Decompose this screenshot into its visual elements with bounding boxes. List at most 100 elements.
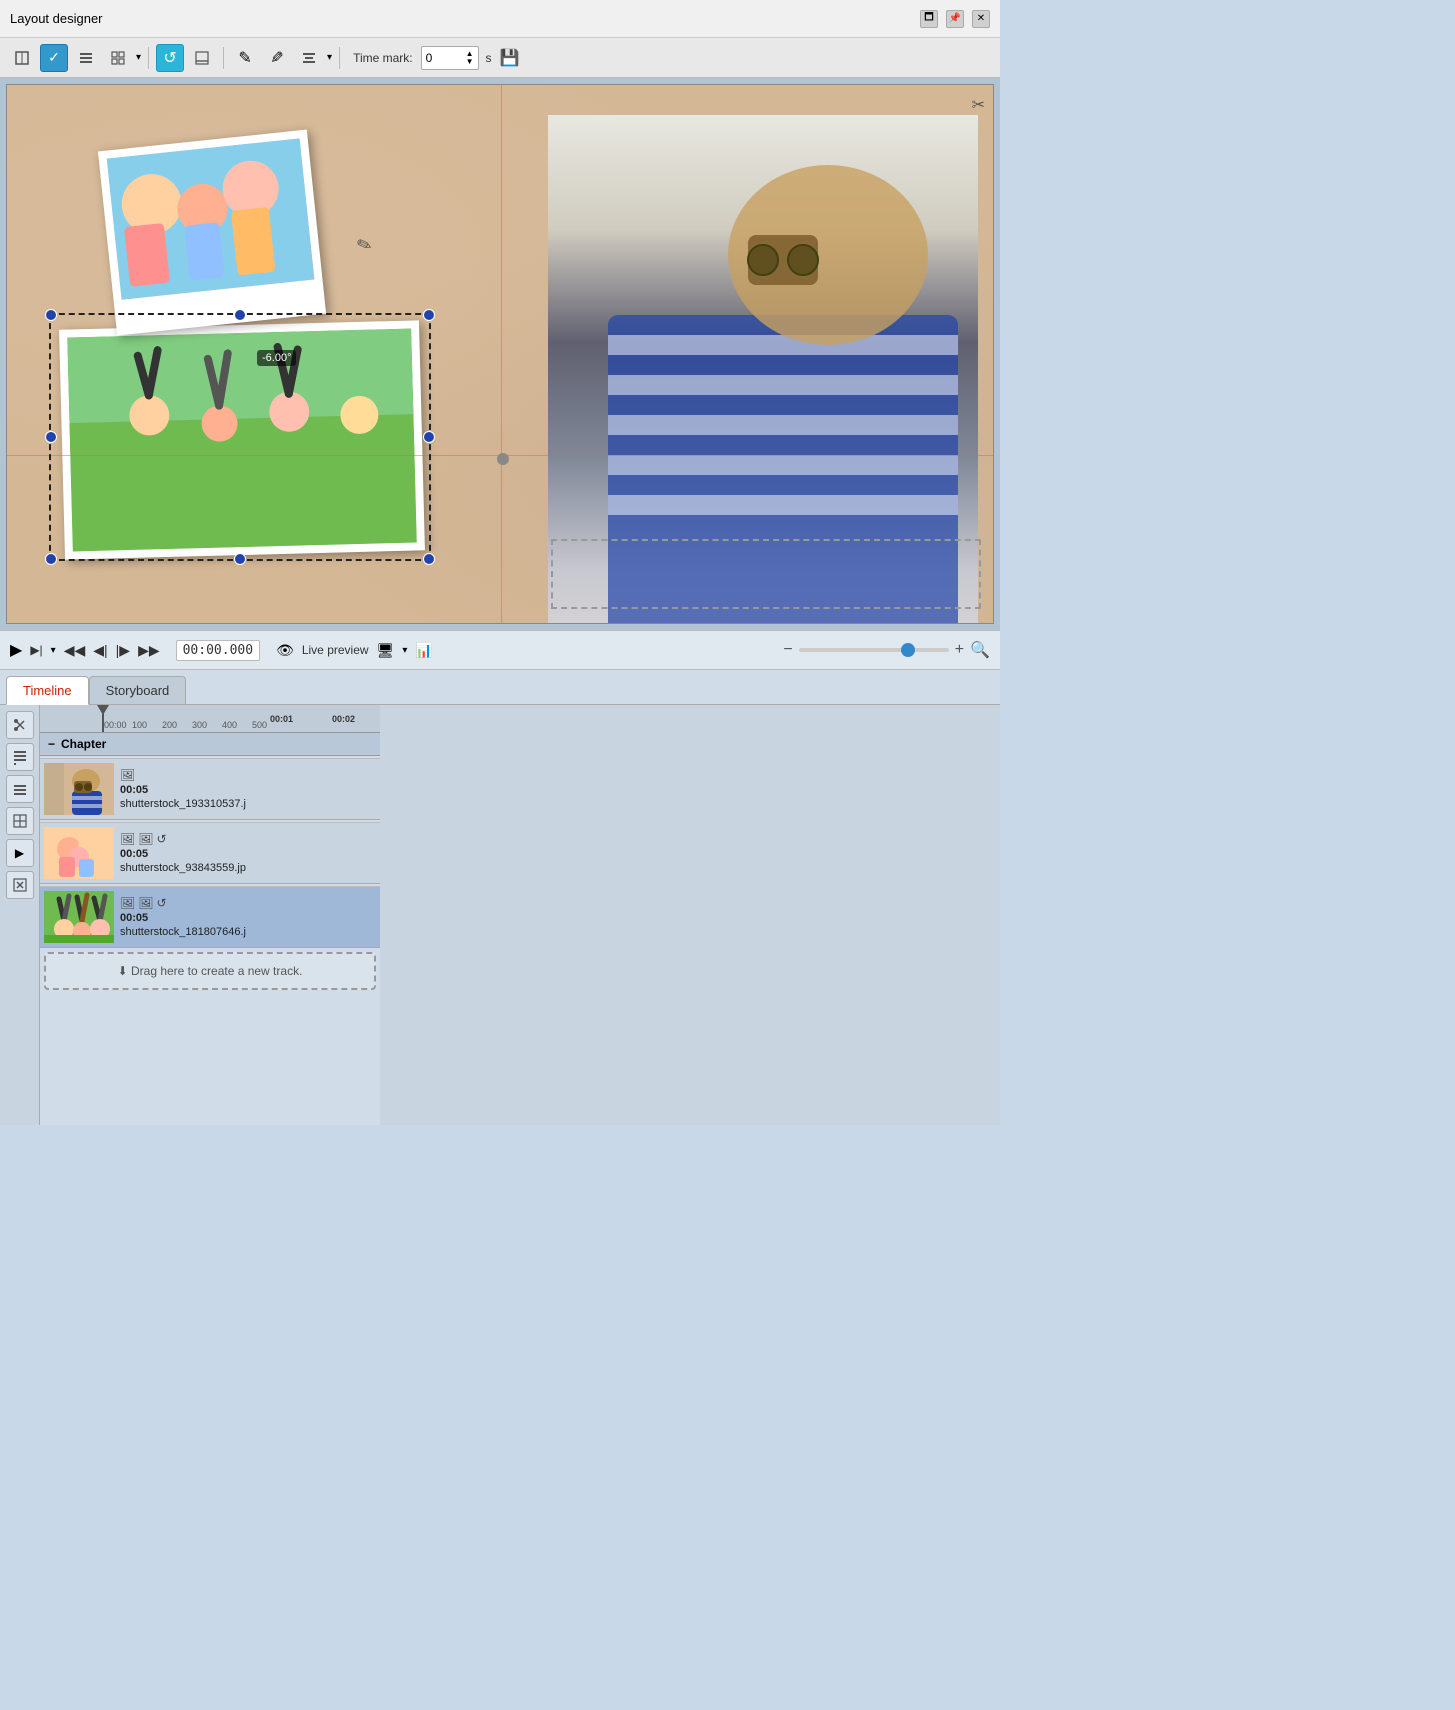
- track-3-image-icon: 🖼: [120, 896, 135, 910]
- time-mark-spinner[interactable]: ▲ ▼: [466, 50, 474, 66]
- prev-frame-button[interactable]: ◀|: [93, 642, 107, 659]
- chart-icon[interactable]: 📊: [415, 642, 432, 659]
- play-button[interactable]: ▶: [10, 640, 22, 660]
- preview-canvas[interactable]: -6.00° ✎ ✂: [6, 84, 994, 624]
- track-3-info: 🖼 🖼 ↺ 00:05 shutterstock_181807646.j: [120, 896, 246, 938]
- track-3-filename: shutterstock_181807646.j: [120, 926, 246, 938]
- track-1-duration: 00:05: [120, 784, 246, 796]
- track-3-image-icon2: 🖼: [138, 896, 153, 910]
- zoom-slider[interactable]: [799, 648, 949, 652]
- step-play-button[interactable]: ▶|: [30, 643, 42, 657]
- main-toolbar: ✓ ▾ ↺ ✎ ✎ ▾ Time mark: ▲ ▼ s 💾: [0, 38, 1000, 78]
- track-1-image-icon: 🖼: [120, 768, 135, 782]
- tl-tool-play[interactable]: ▶: [6, 839, 34, 867]
- photo-polaroid-1[interactable]: [98, 130, 326, 336]
- fast-forward-button[interactable]: ▶▶: [138, 642, 160, 659]
- playhead-line: [102, 705, 104, 732]
- track-3-loop-icon: ↺: [156, 896, 166, 910]
- track-2-filename: shutterstock_93843559.jp: [120, 862, 246, 874]
- timeline-section: Timeline Storyboard ▶: [0, 670, 1000, 1125]
- ruler-tick-500: 500: [252, 720, 267, 730]
- time-mark-input[interactable]: [426, 51, 466, 65]
- track-1-filename: shutterstock_193310537.j: [120, 798, 246, 810]
- tl-tool-grid[interactable]: [6, 807, 34, 835]
- ruler-tick-200: 200: [162, 720, 177, 730]
- ruler-mark-1: 00:01: [270, 714, 293, 724]
- photo-polaroid-2[interactable]: [59, 320, 425, 559]
- ruler-mark-2: 00:02: [332, 714, 355, 724]
- preview-monitor-icon[interactable]: 🖥: [377, 642, 395, 659]
- tl-tool-delete[interactable]: [6, 871, 34, 899]
- track-3-thumbnail: [44, 891, 114, 943]
- chapter-label: − Chapter: [40, 733, 380, 756]
- crosshair-handle[interactable]: [497, 453, 509, 465]
- rewind-button[interactable]: ◀◀: [64, 642, 86, 659]
- zoom-bar: − + 🔍: [783, 640, 990, 660]
- tool-check[interactable]: ✓: [40, 44, 68, 72]
- tool-monitor[interactable]: [188, 44, 216, 72]
- pin-button[interactable]: 📌: [946, 10, 964, 28]
- live-preview-label: Live preview: [302, 643, 369, 657]
- zoom-out-button[interactable]: −: [783, 641, 792, 659]
- tool-select[interactable]: [8, 44, 36, 72]
- time-mark-unit: s: [486, 51, 492, 65]
- step-play-dropdown[interactable]: ▾: [51, 645, 56, 656]
- live-preview-icon[interactable]: 👁: [276, 642, 294, 659]
- next-frame-button[interactable]: |▶: [116, 642, 130, 659]
- preview-area: -6.00° ✎ ✂: [0, 78, 1000, 630]
- align-dropdown[interactable]: ▾: [327, 52, 332, 63]
- tool-pen-left[interactable]: ✎: [231, 44, 259, 72]
- track-2-loop-icon: ↺: [156, 832, 166, 846]
- chapter-minus[interactable]: −: [48, 737, 55, 751]
- time-mark-field[interactable]: ▲ ▼: [421, 46, 479, 70]
- track-1-thumbnail: [44, 763, 114, 815]
- settings-icon[interactable]: ✂: [972, 95, 985, 115]
- close-button[interactable]: ✕: [972, 10, 990, 28]
- track-2-duration: 00:05: [120, 848, 246, 860]
- photo-right: [548, 115, 978, 624]
- playback-bar: ▶ ▶| ▾ ◀◀ ◀| |▶ ▶▶ 00:00.000 👁 Live prev…: [0, 630, 1000, 670]
- minimize-button[interactable]: 🗖: [920, 10, 938, 28]
- tool-loop[interactable]: ↺: [156, 44, 184, 72]
- track-item-1[interactable]: 🖼 00:05 shutterstock_193310537.j: [40, 758, 380, 820]
- timeline-right-area: [380, 705, 1000, 1125]
- zoom-in-button[interactable]: +: [955, 641, 964, 659]
- tool-grid[interactable]: [104, 44, 132, 72]
- tool-pen-right[interactable]: ✎: [263, 44, 291, 72]
- magnify-button[interactable]: 🔍: [970, 640, 990, 660]
- track-2-info: 🖼 🖼 ↺ 00:05 shutterstock_93843559.jp: [120, 832, 246, 874]
- track-item-3[interactable]: 🖼 🖼 ↺ 00:05 shutterstock_181807646.j: [40, 886, 380, 948]
- title-bar: Layout designer 🗖 📌 ✕: [0, 0, 1000, 38]
- track-1-icons: 🖼: [120, 768, 246, 782]
- track-2-image-icon2: 🖼: [138, 832, 153, 846]
- tool-align[interactable]: [295, 44, 323, 72]
- track-3-duration: 00:05: [120, 912, 246, 924]
- track-3-icons: 🖼 🖼 ↺: [120, 896, 246, 910]
- time-display: 00:00.000: [176, 640, 260, 661]
- save-button[interactable]: 💾: [496, 44, 524, 72]
- tl-tool-scissors[interactable]: [6, 711, 34, 739]
- tracks-area[interactable]: 00:00 100 200 300 400 500 00:01 00:02 − …: [40, 705, 380, 1125]
- preview-dropdown[interactable]: ▾: [402, 645, 407, 656]
- track-2-icons: 🖼 🖼 ↺: [120, 832, 246, 846]
- playhead-triangle: [97, 705, 109, 715]
- track-1-info: 🖼 00:05 shutterstock_193310537.j: [120, 768, 246, 810]
- drag-zone[interactable]: ⬇ Drag here to create a new track.: [44, 952, 376, 990]
- tabs-bar: Timeline Storyboard: [0, 670, 1000, 705]
- ruler-tick-400: 400: [222, 720, 237, 730]
- tl-tool-add-track[interactable]: [6, 743, 34, 771]
- track-2-thumbnail: [44, 827, 114, 879]
- tab-storyboard[interactable]: Storyboard: [89, 676, 187, 704]
- timeline-ruler: 00:00 100 200 300 400 500 00:01 00:02: [40, 705, 380, 733]
- tl-tool-add-track2[interactable]: [6, 775, 34, 803]
- track-item-2[interactable]: 🖼 🖼 ↺ 00:05 shutterstock_93843559.jp: [40, 822, 380, 884]
- timeline-tools: ▶: [0, 705, 40, 1125]
- tool-rows[interactable]: [72, 44, 100, 72]
- tab-timeline[interactable]: Timeline: [6, 676, 89, 705]
- grid-dropdown[interactable]: ▾: [136, 52, 141, 63]
- time-mark-label: Time mark:: [353, 51, 413, 65]
- track-2-image-icon: 🖼: [120, 832, 135, 846]
- timeline-content: ▶ 00:00 100 200 300 400 500 00:01 00:02: [0, 705, 1000, 1125]
- ruler-tick-300: 300: [192, 720, 207, 730]
- app-title: Layout designer: [10, 11, 103, 26]
